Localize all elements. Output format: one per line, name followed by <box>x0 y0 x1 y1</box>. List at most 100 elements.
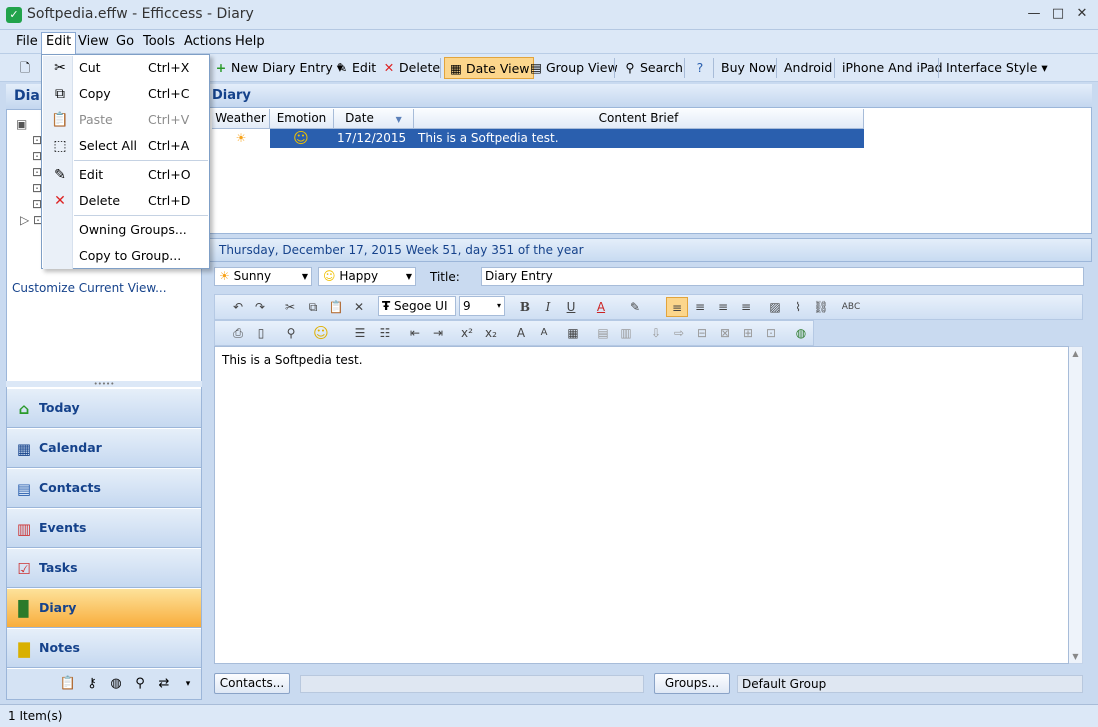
interface-style-button[interactable]: Interface Style ▾ <box>943 57 1051 79</box>
column-emotion[interactable]: Emotion <box>270 109 334 129</box>
image-icon[interactable]: ▨ <box>764 297 786 317</box>
menu-edit[interactable]: Edit <box>41 32 77 54</box>
table-icon[interactable]: ▦ <box>562 323 584 343</box>
menu-item-select-all[interactable]: ⬚ Select All Ctrl+A <box>43 133 210 159</box>
menu-item-paste[interactable]: 📋 Paste Ctrl+V <box>43 107 210 133</box>
buy-now-button[interactable]: Buy Now <box>718 57 779 79</box>
contacts-button[interactable]: Contacts... <box>214 673 290 694</box>
insert-col-icon[interactable]: ⇨ <box>668 323 690 343</box>
menu-go[interactable]: Go <box>112 33 138 51</box>
search-button[interactable]: ⚲ Search <box>619 57 686 79</box>
font-size-select[interactable]: 9 ▾ <box>459 296 505 316</box>
help-button[interactable]: ? <box>689 57 713 79</box>
numbering-icon[interactable]: ☷ <box>374 323 396 343</box>
android-button[interactable]: Android <box>781 57 835 79</box>
tree-item[interactable]: ⊡ <box>16 180 43 196</box>
copy-icon[interactable]: ⧉ <box>302 297 324 317</box>
close-button[interactable]: ✕ <box>1070 4 1094 24</box>
pane-splitter[interactable]: ••••• <box>6 381 202 388</box>
tree-item[interactable]: ⊡ <box>16 132 43 148</box>
weather-select[interactable]: ☀ Sunny ▼ <box>214 267 312 286</box>
nav-diary[interactable]: ▉ Diary <box>7 589 201 628</box>
iphone-ipad-button[interactable]: iPhone And iPad <box>839 57 946 79</box>
align-center-icon[interactable]: ≡ <box>689 297 711 317</box>
font-select[interactable]: Ŧ Segoe UI ▾ <box>378 296 456 330</box>
spellcheck-icon[interactable]: ABC <box>840 297 862 317</box>
group-tree[interactable]: ▣ ⊡ ⊡ ⊡ ⊡ ⊡ ▷ ⊡ <box>16 116 43 228</box>
print-icon[interactable]: ⎙ <box>227 323 249 343</box>
attachment-icon[interactable]: ⌇ <box>787 297 809 317</box>
nav-tasks[interactable]: ☑ Tasks <box>7 549 201 588</box>
tree-item[interactable]: ▷ ⊡ <box>16 212 43 228</box>
menu-item-copy-to-group[interactable]: Copy to Group... <box>43 243 210 269</box>
delete-row-icon[interactable]: ⊟ <box>691 323 713 343</box>
nav-contacts[interactable]: ▤ Contacts <box>7 469 201 508</box>
subscript-icon[interactable]: x₂ <box>480 323 502 343</box>
group-view-button[interactable]: ▤ Group View <box>525 57 621 79</box>
cut-icon[interactable]: ✂ <box>279 297 301 317</box>
search-icon[interactable]: ⚲ <box>131 675 149 693</box>
nav-calendar[interactable]: ▦ Calendar <box>7 429 201 468</box>
new-file-button[interactable]: 🗋 <box>14 57 38 79</box>
menu-item-edit[interactable]: ✎ Edit Ctrl+O <box>43 162 210 188</box>
menu-item-copy[interactable]: ⧉ Copy Ctrl+C <box>43 81 210 107</box>
nav-events[interactable]: ▥ Events <box>7 509 201 548</box>
font-color-icon[interactable]: A <box>590 297 612 317</box>
editor-scrollbar[interactable]: ▲ ▼ <box>1069 346 1083 664</box>
italic-icon[interactable]: I <box>537 297 559 317</box>
web-icon[interactable]: ◍ <box>790 323 812 343</box>
menu-tools[interactable]: Tools <box>139 33 179 51</box>
column-content-brief[interactable]: Content Brief <box>414 109 864 129</box>
print-preview-icon[interactable]: ▯ <box>250 323 272 343</box>
column-date[interactable]: Date ▼ <box>334 109 414 129</box>
superscript-icon[interactable]: x² <box>456 323 478 343</box>
underline-icon[interactable]: U <box>560 297 582 317</box>
align-right-icon[interactable]: ≡ <box>712 297 734 317</box>
delete-col-icon[interactable]: ⊠ <box>714 323 736 343</box>
redo-icon[interactable]: ↷ <box>249 297 271 317</box>
menu-item-cut[interactable]: ✂ Cut Ctrl+X <box>43 55 210 81</box>
paste-icon[interactable]: 📋 <box>325 297 347 317</box>
menu-file[interactable]: File <box>12 33 42 51</box>
new-diary-entry-button[interactable]: + New Diary Entry ▾ <box>210 57 346 79</box>
menu-actions[interactable]: Actions <box>180 33 236 51</box>
highlight-icon[interactable]: ✎ <box>624 297 646 317</box>
bullets-icon[interactable]: ☰ <box>349 323 371 343</box>
globe-icon[interactable]: ◍ <box>107 675 125 693</box>
more-icon[interactable]: ▾ <box>179 675 197 693</box>
clipboard-icon[interactable]: 📋 <box>59 675 77 693</box>
scroll-down-icon[interactable]: ▼ <box>1069 652 1082 661</box>
insert-row-icon[interactable]: ⇩ <box>645 323 667 343</box>
merge-cells-icon[interactable]: ⊞ <box>737 323 759 343</box>
minimize-button[interactable]: — <box>1022 4 1046 24</box>
align-left-icon[interactable]: ≡ <box>666 297 688 317</box>
nav-today[interactable]: ⌂ Today <box>7 389 201 428</box>
key-icon[interactable]: ⚷ <box>83 675 101 693</box>
table-row-icon[interactable]: ▤ <box>592 323 614 343</box>
tree-item[interactable]: ⊡ <box>16 196 43 212</box>
maximize-button[interactable]: □ <box>1046 4 1070 24</box>
edit-button[interactable]: ✎ Edit <box>331 57 379 79</box>
date-view-button[interactable]: ▦ Date View <box>444 57 534 79</box>
tree-item[interactable]: ⊡ <box>16 148 43 164</box>
menu-view[interactable]: View <box>74 33 113 51</box>
menu-item-delete[interactable]: ✕ Delete Ctrl+D <box>43 188 210 214</box>
scroll-up-icon[interactable]: ▲ <box>1069 349 1082 358</box>
decrease-indent-icon[interactable]: ⇤ <box>404 323 426 343</box>
link-icon[interactable]: ⛓ <box>810 297 832 317</box>
increase-indent-icon[interactable]: ⇥ <box>427 323 449 343</box>
emotion-select[interactable]: ☺ Happy ▼ <box>318 267 416 286</box>
undo-icon[interactable]: ↶ <box>227 297 249 317</box>
emoticon-icon[interactable]: ☺ <box>310 323 332 343</box>
grow-font-icon[interactable]: A <box>510 323 532 343</box>
find-icon[interactable]: ⚲ <box>280 323 302 343</box>
shrink-font-icon[interactable]: A <box>533 323 555 343</box>
clear-icon[interactable]: ✕ <box>348 297 370 317</box>
menu-help[interactable]: Help <box>231 33 269 51</box>
customize-view-link[interactable]: Customize Current View... <box>12 281 167 295</box>
groups-button[interactable]: Groups... <box>654 673 730 694</box>
menu-item-owning-groups[interactable]: Owning Groups... <box>43 217 210 243</box>
entry-body-editor[interactable]: This is a Softpedia test. <box>214 346 1069 664</box>
delete-button[interactable]: ✕ Delete <box>378 57 443 79</box>
title-input[interactable]: Diary Entry <box>481 267 1084 286</box>
